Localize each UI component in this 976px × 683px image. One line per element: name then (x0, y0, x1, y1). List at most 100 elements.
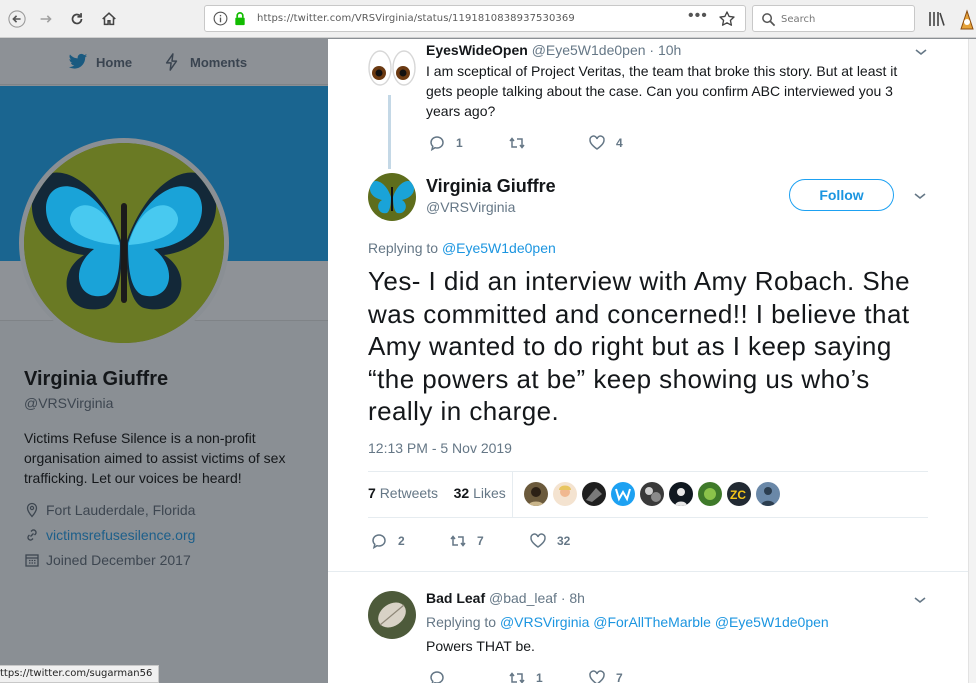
parent-author-handle[interactable]: @Eye5W1de0pen (532, 42, 646, 58)
tweet-stats: 7 Retweets 32 Likes (368, 485, 506, 501)
page-scrollbar[interactable] (968, 39, 976, 683)
profile-name[interactable]: Virginia Giuffre (24, 368, 314, 391)
replying-to-mention[interactable]: @Eye5W1de0pen (442, 240, 556, 256)
profile-handle[interactable]: @VRSVirginia (24, 395, 314, 411)
browser-search-bar[interactable] (752, 5, 915, 32)
parent-tweet-time[interactable]: · 10h (649, 42, 681, 58)
parent-reply-action[interactable]: 1 (428, 134, 463, 152)
follow-button[interactable]: Follow (789, 179, 894, 211)
profile-website: victimsrefusesilence.org (24, 527, 314, 543)
library-icon[interactable] (928, 10, 946, 28)
location-pin-icon (26, 502, 38, 518)
reply-reply-action[interactable] (428, 669, 446, 683)
nav-moments[interactable]: Moments (162, 53, 247, 71)
search-input[interactable] (781, 10, 906, 28)
retweet-stat[interactable]: 7 Retweets (368, 485, 438, 501)
main-retweet-action[interactable]: 7 (449, 532, 484, 550)
forward-button[interactable] (33, 6, 59, 32)
address-bar[interactable]: https://twitter.com/VRSVirginia/status/1… (204, 5, 746, 32)
reply-author-name[interactable]: Bad Leaf (426, 590, 485, 606)
profile-avatar[interactable] (19, 138, 229, 348)
profile-joined: Joined December 2017 (24, 552, 314, 568)
parent-reply-count: 1 (456, 136, 463, 150)
parent-tweet[interactable]: EyesWideOpen @Eye5W1de0pen · 10h I am sc… (328, 39, 968, 169)
main-retweet-count: 7 (477, 534, 484, 548)
reload-button[interactable] (64, 6, 90, 32)
tweet-permalink-modal: EyesWideOpen @Eye5W1de0pen · 10h I am sc… (328, 39, 968, 683)
main-reply-count: 2 (398, 534, 405, 548)
like-stat[interactable]: 32 Likes (454, 485, 506, 501)
main-reply-action[interactable]: 2 (370, 532, 405, 550)
link-icon (27, 529, 37, 541)
parent-tweet-header: EyesWideOpen @Eye5W1de0pen · 10h (426, 42, 681, 58)
extension-icon[interactable] (958, 8, 976, 30)
reply-like-action[interactable]: 7 (588, 669, 623, 683)
reply-author-handle[interactable]: @bad_leaf (489, 590, 557, 606)
reply-tweet-header: Bad Leaf @bad_leaf · 8h (426, 590, 585, 606)
reply-tweet-time[interactable]: · 8h (561, 590, 585, 606)
leaf-avatar-image (368, 591, 416, 639)
reply-like-count: 7 (616, 671, 623, 683)
profile-website-link[interactable]: victimsrefusesilence.org (46, 527, 195, 543)
replying-to-label: Replying to (368, 240, 439, 256)
page-actions-icon[interactable]: ••• (688, 7, 708, 25)
main-like-action[interactable]: 32 (529, 532, 570, 550)
reply-mentions[interactable]: @VRSVirginia @ForAllTheMarble @Eye5W1de0… (500, 614, 829, 630)
search-icon (762, 13, 776, 27)
nav-moments-label: Moments (190, 54, 248, 70)
bookmark-star-icon[interactable] (718, 10, 736, 28)
like-stat-count: 32 (453, 485, 470, 501)
nav-home[interactable]: Home (68, 53, 132, 71)
lock-icon (235, 12, 245, 26)
forward-arrow-icon (40, 15, 52, 23)
reply-author-avatar[interactable] (368, 591, 416, 639)
back-button[interactable] (4, 6, 30, 32)
parent-like-action[interactable]: 4 (588, 134, 623, 152)
calendar-icon (25, 554, 39, 567)
heart-icon (589, 670, 605, 683)
eyes-avatar[interactable] (367, 47, 417, 89)
liker-avatar[interactable] (640, 482, 664, 506)
profile-bio: Victims Refuse Silence is a non-profit o… (24, 430, 286, 486)
parent-tweet-text: I am sceptical of Project Veritas, the t… (426, 63, 898, 119)
main-author-handle[interactable]: @VRSVirginia (426, 199, 515, 215)
main-author-avatar[interactable] (368, 173, 416, 221)
like-stat-label: Likes (473, 485, 506, 501)
chevron-down-icon[interactable] (913, 595, 927, 605)
reply-icon (430, 136, 444, 152)
thread-connector-line (388, 95, 391, 169)
parent-author-name[interactable]: EyesWideOpen (426, 42, 528, 58)
liker-avatar[interactable] (611, 482, 635, 506)
liker-avatar[interactable] (756, 482, 780, 506)
url-text[interactable]: https://twitter.com/VRSVirginia/status/1… (257, 13, 575, 24)
reply-retweet-action[interactable]: 1 (508, 669, 543, 683)
reply-icon (372, 534, 386, 550)
chevron-down-icon[interactable] (914, 47, 928, 57)
stats-divider-bottom (368, 517, 928, 518)
butterfly-avatar-image (24, 143, 224, 343)
retweet-icon (509, 137, 525, 149)
parent-retweet-action[interactable] (508, 134, 536, 152)
liker-avatar[interactable]: ZC (727, 482, 751, 506)
liker-avatar[interactable] (524, 482, 548, 506)
liker-avatar[interactable] (669, 482, 693, 506)
info-icon[interactable] (213, 11, 228, 26)
main-author-name[interactable]: Virginia Giuffre (426, 176, 556, 197)
chevron-down-icon[interactable] (913, 191, 927, 201)
home-icon (102, 12, 116, 26)
liker-avatar[interactable] (698, 482, 722, 506)
main-tweet-text: Yes- I did an interview with Amy Robach.… (368, 266, 910, 426)
heart-icon (589, 135, 605, 150)
main-replying-to: Replying to @Eye5W1de0pen (368, 240, 556, 256)
profile-card: Virginia Giuffre @VRSVirginia Victims Re… (24, 368, 314, 568)
liker-avatar[interactable] (582, 482, 606, 506)
main-tweet-timestamp[interactable]: 12:13 PM - 5 Nov 2019 (368, 440, 512, 456)
liker-avatar[interactable] (553, 482, 577, 506)
home-button[interactable] (96, 6, 122, 32)
reply-tweet-text: Powers THAT be. (426, 638, 535, 654)
twitter-bird-icon (68, 53, 88, 69)
status-bar-link: ttps://twitter.com/sugarman56 (0, 665, 160, 683)
reply-retweet-count: 1 (536, 671, 543, 683)
stats-divider-top (368, 471, 928, 472)
reply-replying-to: Replying to @VRSVirginia @ForAllTheMarbl… (426, 614, 829, 630)
